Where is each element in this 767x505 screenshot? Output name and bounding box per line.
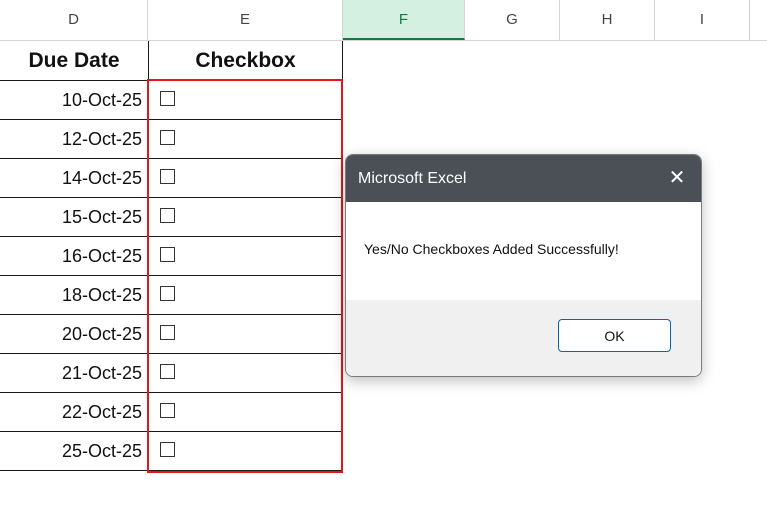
cell-due-date[interactable]: 10-Oct-25 <box>0 81 149 120</box>
column-header-g[interactable]: G <box>465 0 560 40</box>
cell-due-date[interactable]: 15-Oct-25 <box>0 198 149 237</box>
cell-checkbox[interactable] <box>149 159 343 198</box>
dialog-message: Yes/No Checkboxes Added Successfully! <box>364 241 619 257</box>
column-header-e[interactable]: E <box>148 0 343 40</box>
cell-due-date[interactable]: 22-Oct-25 <box>0 393 149 432</box>
cell-checkbox-header[interactable]: Checkbox <box>149 41 343 81</box>
cell-due-date[interactable]: 21-Oct-25 <box>0 354 149 393</box>
checkbox[interactable] <box>160 130 175 145</box>
close-icon[interactable]: ✕ <box>663 164 691 192</box>
cell-checkbox[interactable] <box>149 315 343 354</box>
cell-due-date[interactable]: 18-Oct-25 <box>0 276 149 315</box>
cell-checkbox[interactable] <box>149 354 343 393</box>
checkbox[interactable] <box>160 325 175 340</box>
cell-checkbox[interactable] <box>149 393 343 432</box>
cell-checkbox[interactable] <box>149 432 343 471</box>
checkbox[interactable] <box>160 286 175 301</box>
cell-checkbox[interactable] <box>149 237 343 276</box>
dialog-footer: OK <box>346 300 701 376</box>
checkbox[interactable] <box>160 442 175 457</box>
column-header-d[interactable]: D <box>0 0 148 40</box>
cell-checkbox[interactable] <box>149 198 343 237</box>
cell-due-date[interactable]: 20-Oct-25 <box>0 315 149 354</box>
cell-checkbox[interactable] <box>149 81 343 120</box>
checkbox[interactable] <box>160 403 175 418</box>
column-header-bar: D E F G H I <box>0 0 767 41</box>
column-header-f[interactable]: F <box>343 0 465 40</box>
checkbox[interactable] <box>160 91 175 106</box>
checkbox[interactable] <box>160 364 175 379</box>
column-header-h[interactable]: H <box>560 0 655 40</box>
checkbox[interactable] <box>160 208 175 223</box>
dialog-title: Microsoft Excel <box>358 170 467 187</box>
cell-due-date[interactable]: 16-Oct-25 <box>0 237 149 276</box>
checkbox[interactable] <box>160 247 175 262</box>
cell-due-date[interactable]: 12-Oct-25 <box>0 120 149 159</box>
cell-checkbox[interactable] <box>149 120 343 159</box>
cell-due-date[interactable]: 14-Oct-25 <box>0 159 149 198</box>
dialog-titlebar[interactable]: Microsoft Excel ✕ <box>346 155 701 202</box>
cell-due-date-header[interactable]: Due Date <box>0 41 149 81</box>
cell-checkbox[interactable] <box>149 276 343 315</box>
cell-due-date[interactable]: 25-Oct-25 <box>0 432 149 471</box>
ok-button[interactable]: OK <box>558 319 671 352</box>
checkbox[interactable] <box>160 169 175 184</box>
message-dialog: Microsoft Excel ✕ Yes/No Checkboxes Adde… <box>345 154 702 377</box>
column-header-i[interactable]: I <box>655 0 750 40</box>
